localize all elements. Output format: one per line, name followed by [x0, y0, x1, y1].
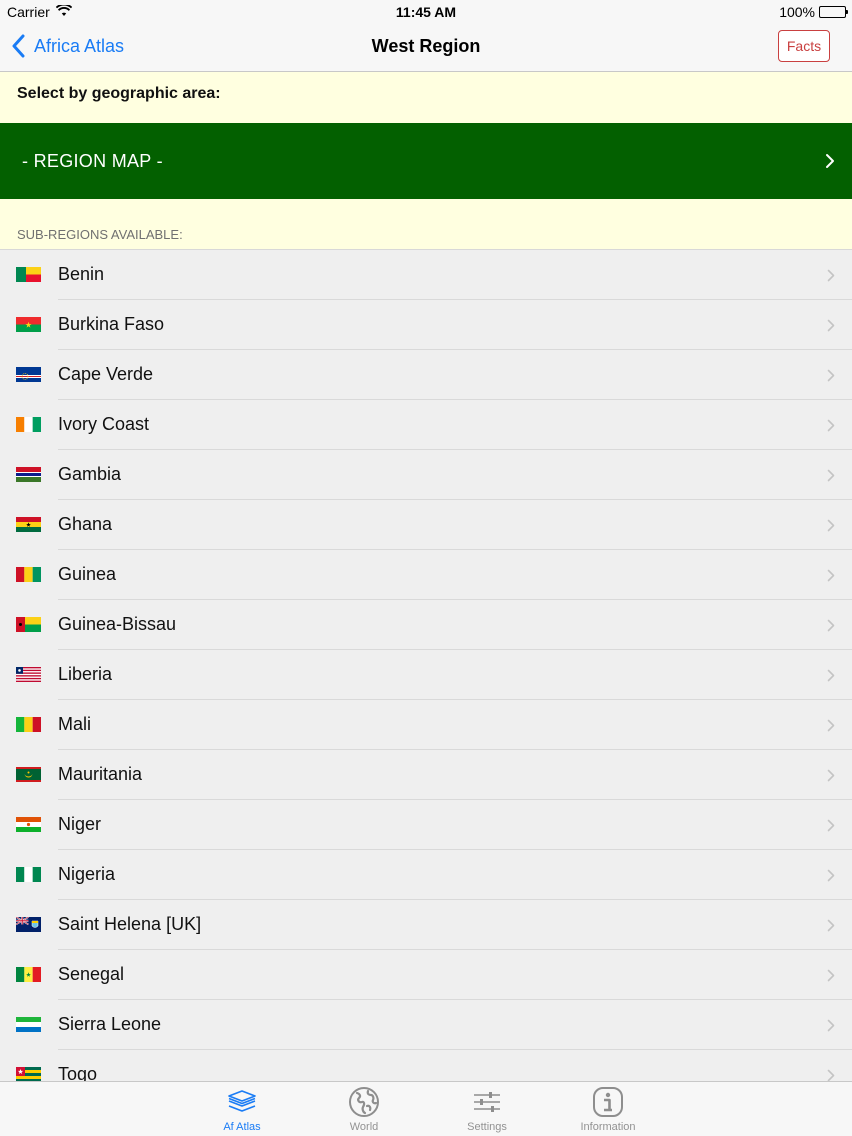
guinea-bissau-flag-icon [16, 617, 41, 632]
sierra-leone-flag-icon [16, 1017, 41, 1032]
country-row-ivory-coast[interactable]: Ivory Coast [0, 400, 852, 450]
chevron-right-icon [827, 319, 835, 337]
chevron-right-icon [827, 969, 835, 987]
guinea-flag-icon [16, 567, 41, 582]
status-bar: Carrier 11:45 AM 100% [0, 0, 852, 22]
tab-label: World [349, 1121, 379, 1133]
nigeria-flag-icon [16, 867, 41, 882]
country-name: Nigeria [58, 864, 116, 884]
country-name: Ghana [58, 514, 113, 534]
chevron-right-icon [827, 769, 835, 787]
country-row-cape-verde[interactable]: Cape Verde [0, 350, 852, 400]
mali-flag-icon [16, 717, 41, 732]
chevron-left-icon [12, 34, 25, 58]
navigation-bar: Africa Atlas West Region Facts [0, 22, 852, 72]
country-name: Guinea [58, 564, 117, 584]
sub-regions-label: SUB-REGIONS AVAILABLE: [17, 227, 183, 242]
chevron-right-icon [827, 569, 835, 587]
region-map-label: - REGION MAP - [22, 151, 163, 171]
chevron-right-icon [827, 719, 835, 737]
chevron-right-icon [827, 1069, 835, 1081]
country-name: Niger [58, 814, 102, 834]
ghana-flag-icon [16, 517, 41, 532]
chevron-right-icon [827, 669, 835, 687]
tab-label: Information [580, 1121, 636, 1133]
country-row-mauritania[interactable]: Mauritania [0, 750, 852, 800]
country-name: Cape Verde [58, 364, 154, 384]
tab-af-atlas[interactable]: Af Atlas [192, 1082, 292, 1136]
chevron-right-icon [827, 869, 835, 887]
burkina-faso-flag-icon [16, 317, 41, 332]
clock: 11:45 AM [395, 4, 457, 20]
country-name: Benin [58, 264, 105, 284]
cape-verde-flag-icon [16, 367, 41, 382]
chevron-right-icon [827, 269, 835, 287]
chevron-right-icon [827, 619, 835, 637]
country-row-gambia[interactable]: Gambia [0, 450, 852, 500]
tab-world[interactable]: World [314, 1082, 414, 1136]
ivory-coast-flag-icon [16, 417, 41, 432]
tab-information[interactable]: Information [558, 1082, 658, 1136]
tab-settings[interactable]: Settings [437, 1082, 537, 1136]
saint-helena-flag-icon [16, 917, 41, 932]
niger-flag-icon [16, 817, 41, 832]
country-row-senegal[interactable]: Senegal [0, 950, 852, 1000]
country-row-mali[interactable]: Mali [0, 700, 852, 750]
country-name: Mali [58, 714, 92, 734]
select-area-header: Select by geographic area: [0, 72, 852, 123]
chevron-right-icon [827, 1019, 835, 1037]
tab-label: Settings [467, 1121, 507, 1133]
country-row-benin[interactable]: Benin [0, 250, 852, 300]
layers-icon [228, 1090, 256, 1112]
country-row-nigeria[interactable]: Nigeria [0, 850, 852, 900]
country-name: Burkina Faso [58, 314, 165, 334]
back-button[interactable]: Africa Atlas [10, 34, 124, 58]
back-button-label: Africa Atlas [34, 35, 125, 56]
chevron-right-icon [826, 154, 834, 168]
select-area-label: Select by geographic area: [17, 85, 221, 102]
country-row-liberia[interactable]: Liberia [0, 650, 852, 700]
tab-bar: Af Atlas World Settings Information [0, 1081, 852, 1136]
country-name: Gambia [58, 464, 122, 484]
country-list[interactable]: Benin Burkina Faso Cape Verde Ivory Coast Ga… [0, 250, 852, 1081]
sliders-icon [474, 1092, 500, 1112]
country-row-guinea-bissau[interactable]: Guinea-Bissau [0, 600, 852, 650]
battery-icon [819, 6, 848, 18]
chevron-right-icon [827, 919, 835, 937]
region-map-button[interactable]: - REGION MAP - [0, 123, 852, 199]
page-title: West Region [371, 36, 481, 56]
senegal-flag-icon [16, 967, 41, 982]
chevron-right-icon [827, 369, 835, 387]
country-name: Mauritania [58, 764, 143, 784]
country-name: Liberia [58, 664, 113, 684]
country-row-sierra-leone[interactable]: Sierra Leone [0, 1000, 852, 1050]
gambia-flag-icon [16, 467, 41, 482]
country-row-saint-helena[interactable]: Saint Helena [UK] [0, 900, 852, 950]
country-name: Togo [58, 1064, 98, 1081]
chevron-right-icon [827, 519, 835, 537]
globe-icon [349, 1087, 379, 1117]
battery-percent: 100% [779, 4, 815, 20]
tab-label: Af Atlas [223, 1121, 261, 1133]
liberia-flag-icon [16, 667, 41, 682]
togo-flag-icon [16, 1067, 41, 1081]
country-name: Saint Helena [UK] [58, 914, 202, 934]
country-row-burkina-faso[interactable]: Burkina Faso [0, 300, 852, 350]
info-icon [593, 1087, 623, 1117]
chevron-right-icon [827, 419, 835, 437]
mauritania-flag-icon [16, 767, 41, 782]
country-name: Guinea-Bissau [58, 614, 177, 634]
chevron-right-icon [827, 819, 835, 837]
country-name: Ivory Coast [58, 414, 150, 434]
benin-flag-icon [16, 267, 41, 282]
country-name: Sierra Leone [58, 1014, 162, 1034]
country-row-togo[interactable]: Togo [0, 1050, 852, 1081]
country-name: Senegal [58, 964, 125, 984]
chevron-right-icon [827, 469, 835, 487]
facts-button[interactable]: Facts [778, 30, 830, 62]
country-row-ghana[interactable]: Ghana [0, 500, 852, 550]
sub-regions-header: SUB-REGIONS AVAILABLE: [0, 199, 852, 250]
country-row-guinea[interactable]: Guinea [0, 550, 852, 600]
country-row-niger[interactable]: Niger [0, 800, 852, 850]
